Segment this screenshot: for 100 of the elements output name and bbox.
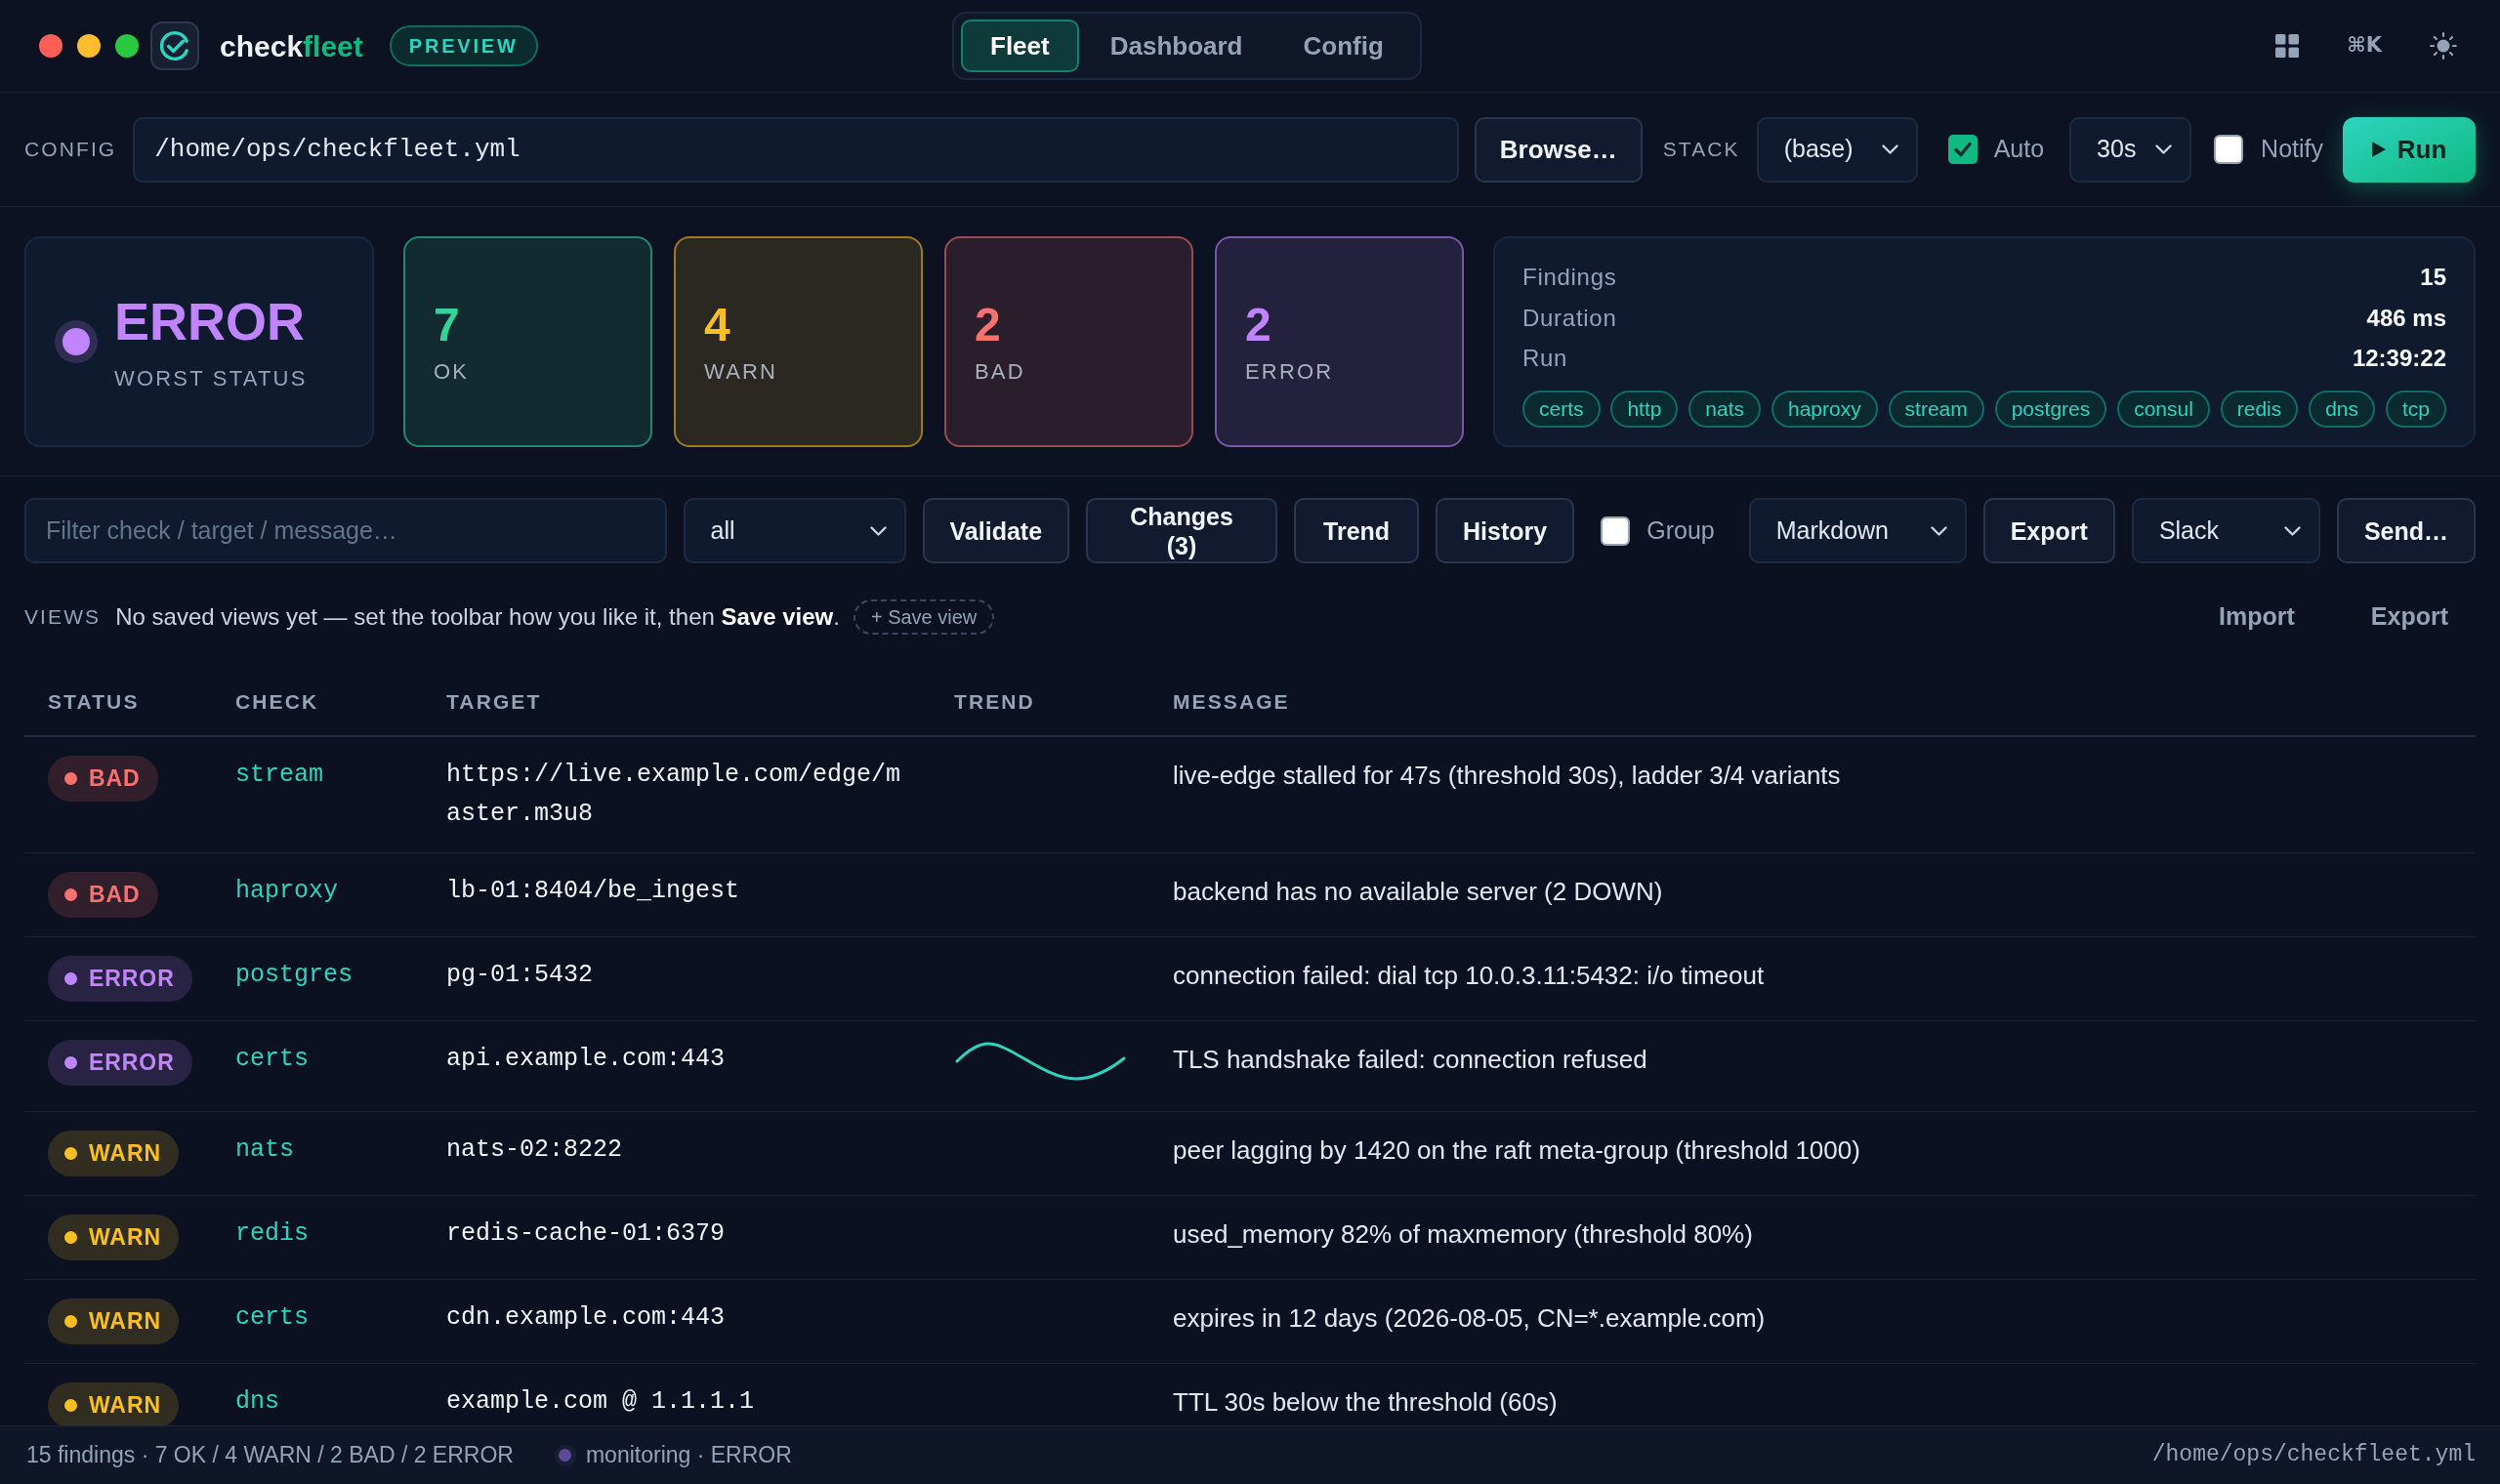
message-cell: peer lagging by 1420 on the raft meta-group (threshold 1000) — [1173, 1135, 1860, 1165]
count-label: OK — [434, 359, 471, 385]
run-button[interactable]: Run — [2343, 116, 2476, 183]
tab[interactable]: Dashboard — [1080, 20, 1272, 72]
column-header: MESSAGE — [1173, 690, 1290, 713]
section-label: VIEWS — [24, 604, 102, 631]
status-text: BAD — [89, 764, 141, 794]
count-label: WARN — [704, 359, 779, 385]
message-cell: connection failed: dial tcp 10.0.3.11:5432: i/o timeout — [1173, 961, 1765, 990]
target-cell-text: nats-02:8222 — [446, 1134, 624, 1166]
tag-chip: redis — [2220, 391, 2299, 428]
chevron-down-icon — [2283, 525, 2301, 536]
check-name: stream — [235, 761, 323, 789]
count-label: BAD — [975, 359, 1026, 385]
dropdown[interactable]: all — [683, 498, 906, 563]
checkbox[interactable] — [2214, 135, 2244, 164]
tag-chip: dns — [2309, 391, 2376, 428]
interval-dropdown[interactable]: 30s — [2069, 116, 2192, 183]
checkbox[interactable] — [1601, 515, 1631, 546]
monitor-status: monitoring · ERROR — [585, 1441, 792, 1470]
status-text: WARN — [89, 1307, 161, 1337]
status-text: ERROR — [89, 965, 175, 994]
status-caption: WORST STATUS — [114, 366, 308, 392]
target-cell-text: lb-01:8404/be_ingest — [446, 876, 741, 907]
detail-label: Run — [1522, 344, 1568, 374]
target-cell-text: redis-cache-01:6379 — [446, 1218, 727, 1250]
target-cell-text: example.com @ 1.1.1.1 — [446, 1386, 756, 1418]
target-cell-text: pg-01:5432 — [446, 960, 595, 991]
message-cell: backend has no available server (2 DOWN) — [1173, 877, 1663, 906]
sun-icon[interactable] — [2430, 32, 2457, 60]
tab[interactable]: Fleet — [961, 20, 1079, 72]
count-value: 2 — [1245, 299, 1272, 351]
column-header: CHECK — [235, 690, 319, 713]
text-button[interactable]: Export — [2370, 598, 2448, 636]
chevron-down-icon — [1930, 525, 1947, 536]
field-label: STACK — [1662, 137, 1740, 163]
file-path: /home/ops/checkfleet.yml — [2151, 1441, 2476, 1470]
message-cell: TLS handshake failed: connection refused — [1173, 1045, 1647, 1074]
column-header: STATUS — [48, 690, 140, 713]
count-label: ERROR — [1245, 359, 1335, 385]
tab[interactable]: Config — [1273, 20, 1413, 72]
chevron-down-icon — [1881, 144, 1898, 154]
detail-value: 12:39:22 — [2352, 344, 2446, 374]
column-header: TARGET — [446, 690, 542, 713]
chevron-down-icon — [869, 525, 887, 536]
status-value: ERROR — [114, 292, 306, 350]
tag-chip: tcp — [2385, 391, 2446, 428]
message-cell: expires in 12 days (2026-08-05, CN=*.example.com) — [1173, 1303, 1766, 1333]
dropdown[interactable]: Slack — [2131, 498, 2320, 563]
shortcut-button[interactable]: ⌘K — [2347, 30, 2382, 62]
browse-button[interactable]: Browse… — [1474, 116, 1643, 183]
status-text: WARN — [89, 1391, 161, 1421]
toolbar-button[interactable]: Changes (3) — [1086, 498, 1278, 563]
detail-label: Findings — [1522, 262, 1617, 292]
checkbox-label: Notify — [2261, 134, 2323, 165]
target-cell-text: cdn.example.com:443 — [446, 1302, 727, 1334]
message-cell: TTL 30s below the threshold (60s) — [1173, 1387, 1558, 1417]
count-value: 2 — [975, 299, 1002, 351]
filter-field[interactable]: Filter check / target / message… — [24, 498, 667, 563]
toolbar-button[interactable]: Trend — [1294, 498, 1420, 563]
dropdown[interactable]: Markdown — [1748, 498, 1967, 563]
stack-dropdown[interactable]: (base) — [1756, 116, 1918, 183]
check-name: haproxy — [235, 877, 339, 905]
save-view-button[interactable]: + Save view — [853, 599, 995, 635]
detail-value: 15 — [2420, 262, 2446, 292]
check-name: redis — [235, 1219, 309, 1248]
window-minimize-icon[interactable] — [77, 34, 101, 58]
target-cell-text: api.example.com:443 — [446, 1044, 727, 1075]
tag-chip: postgres — [1994, 391, 2107, 428]
toolbar-button[interactable]: History — [1436, 498, 1575, 563]
checkbox-label: Group — [1646, 515, 1715, 546]
tag-chip: nats — [1688, 391, 1762, 428]
checkbox[interactable] — [1947, 135, 1978, 164]
toolbar-button[interactable]: Validate — [922, 498, 1070, 563]
field-label: CONFIG — [24, 137, 117, 163]
path-field[interactable]: /home/ops/checkfleet.yml — [133, 116, 1459, 183]
tag-chip: http — [1610, 391, 1679, 428]
check-name: nats — [235, 1135, 294, 1164]
detail-label: Duration — [1522, 303, 1617, 333]
play-icon — [2371, 142, 2386, 157]
count-value: 4 — [704, 299, 731, 351]
check-name: certs — [235, 1045, 309, 1073]
status-text: ERROR — [89, 1049, 175, 1078]
grid-icon[interactable] — [2275, 34, 2300, 58]
chevron-down-icon — [2155, 144, 2173, 154]
window-zoom-icon[interactable] — [115, 34, 139, 58]
check-name: certs — [235, 1303, 309, 1332]
status-text: WARN — [89, 1139, 161, 1169]
tag-chip: stream — [1888, 391, 1984, 428]
tag-chip: haproxy — [1771, 391, 1878, 428]
toolbar-button[interactable]: Export — [1982, 498, 2115, 563]
window-close-icon[interactable] — [39, 34, 62, 58]
text-button[interactable]: Import — [2219, 598, 2295, 636]
toolbar-button[interactable]: Send… — [2336, 498, 2476, 563]
views-hint: No saved views yet — set the toolbar how you like it, then Save view. — [115, 602, 840, 632]
tag-chip: consul — [2117, 391, 2210, 428]
checkbox-label: Auto — [1993, 134, 2045, 165]
count-value: 7 — [434, 299, 461, 351]
status-text: WARN — [89, 1223, 161, 1253]
message-cell: used_memory 82% of maxmemory (threshold 80%) — [1173, 1219, 1753, 1249]
